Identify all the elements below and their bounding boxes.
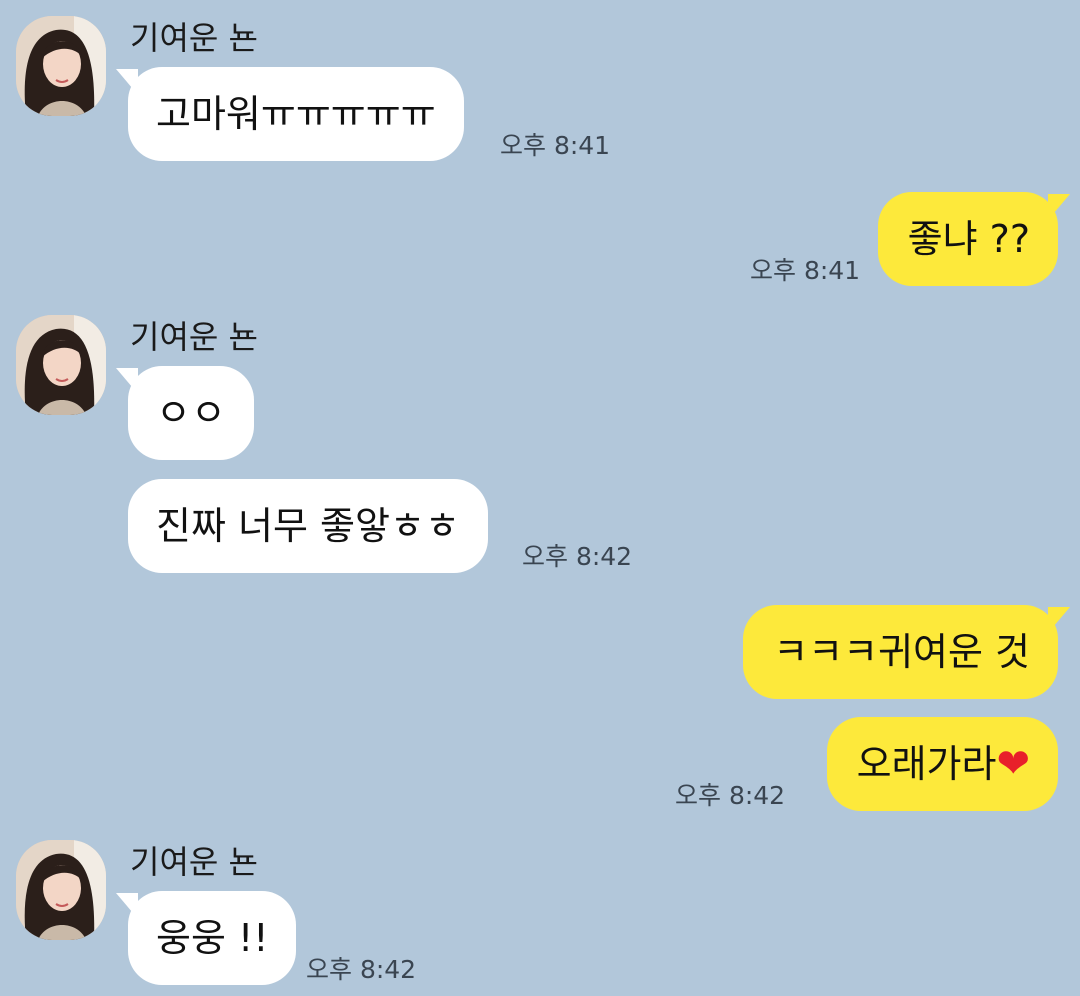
incoming-message-bubble[interactable]: 웅웅 !! (116, 891, 297, 985)
profile-photo-icon (16, 315, 106, 415)
message-timestamp: 오후 8:41 (500, 131, 611, 160)
message-text: ㅇㅇ (156, 391, 226, 435)
profile-photo-icon (16, 840, 106, 940)
contact-avatar[interactable] (16, 16, 106, 116)
message-text: 좋냐 ?? (907, 217, 1030, 261)
heart-emoji-icon: ❤ (996, 740, 1030, 787)
outgoing-message-bubble[interactable]: 좋냐 ?? (877, 192, 1070, 286)
bubble-tail (116, 368, 138, 394)
incoming-message-bubble[interactable]: 고마워ㅠㅠㅠㅠㅠ (116, 67, 464, 161)
message-timestamp: 오후 8:42 (675, 781, 786, 810)
contact-name: 기여운 뇬 (130, 318, 258, 356)
contact-name: 기여운 뇬 (130, 19, 258, 57)
profile-photo-icon (16, 16, 106, 116)
bubble-tail (116, 893, 138, 919)
message-timestamp: 오후 8:41 (750, 256, 861, 285)
bubble-tail (116, 69, 138, 95)
outgoing-message-bubble[interactable]: ㅋㅋㅋ귀여운 것 (743, 605, 1070, 699)
message-timestamp: 오후 8:42 (306, 955, 417, 984)
incoming-message-bubble[interactable]: ㅇㅇ (116, 366, 254, 460)
bubble-tail (1048, 194, 1070, 220)
contact-name: 기여운 뇬 (130, 843, 258, 881)
message-timestamp: 오후 8:42 (522, 542, 633, 571)
message-text: 웅웅 !! (156, 916, 269, 960)
contact-avatar[interactable] (16, 840, 106, 940)
message-text: 고마워ㅠㅠㅠㅠㅠ (156, 92, 436, 136)
outgoing-message-bubble[interactable]: 오래가라❤ (826, 717, 1058, 811)
message-text: ㅋㅋㅋ귀여운 것 (773, 630, 1030, 674)
bubble-tail (1048, 607, 1070, 633)
incoming-message-bubble[interactable]: 진짜 너무 좋앟ㅎㅎ (128, 479, 488, 573)
contact-avatar[interactable] (16, 315, 106, 415)
message-text: 진짜 너무 좋앟ㅎㅎ (156, 504, 460, 548)
message-text: 오래가라 (856, 742, 997, 786)
